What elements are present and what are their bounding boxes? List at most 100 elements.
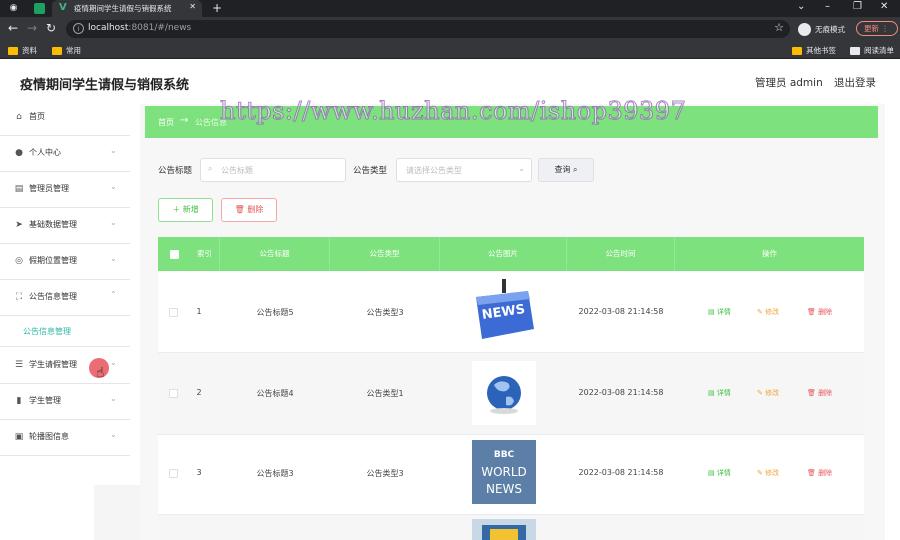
incognito-indicator[interactable]: 无痕模式 [798,21,845,37]
sidebar-item-profile[interactable]: ● 个人中心 ⌄ [0,136,130,172]
search-icon: ⌕ [573,165,578,174]
table-header: 索引 公告标题 公告类型 公告图片 公告时间 操作 [158,237,864,271]
reading-list-icon [850,46,860,55]
delete-button[interactable]: 🗑 删除 [807,388,832,398]
address-toolbar: ← → ↻ i localhost:8081/#/news ☆ 无痕模式 更新 … [0,17,900,41]
browser-tab-bar: ◉ V 疫情期间学生请假与销假系统 ✕ + ⌄ – ❐ ✕ [0,0,900,17]
logout-link[interactable]: 退出登录 [834,75,876,90]
app-title: 疫情期间学生请假与销假系统 [20,78,190,93]
chevron-down-icon: ⌄ [110,358,117,367]
sliders-icon: ☰ [14,360,24,370]
bbc-line-1: BBC [494,450,515,460]
close-window-icon[interactable]: ✕ [880,1,888,12]
row-index: 1 [196,307,202,316]
bookmark-star-icon[interactable]: ☆ [774,21,784,34]
row-checkbox[interactable] [169,308,178,317]
restore-icon[interactable]: ❐ [853,1,862,12]
sidebar-item-home[interactable]: ⌂ 首页 [0,100,130,136]
row-time: 2022-03-08 21:14:58 [578,307,664,316]
column-header[interactable]: 操作 [675,237,864,271]
detail-label: 详情 [716,389,731,397]
send-icon: ➤ [15,220,23,230]
detail-button[interactable]: ▤ 详情 [708,388,731,398]
chevron-down-icon: ⌄ [110,218,117,227]
add-button[interactable]: ＋ 新增 [158,198,213,222]
row-checkbox[interactable] [169,389,178,398]
row-checkbox[interactable] [169,469,178,478]
folder-icon [8,46,18,55]
type-select[interactable]: 请选择公告类型 ⌄ [396,158,532,182]
chevron-down-icon: ⌄ [518,164,525,173]
bulk-delete-button[interactable]: 🗑 删除 [221,198,277,222]
chevron-down-icon: ⌄ [110,394,117,403]
admin-icon: ▤ [14,184,24,194]
sidebar-item-announcements[interactable]: ⛶ 公告信息管理 ⌃ [0,280,130,316]
row-index: 2 [196,388,202,397]
delete-label: 删除 [247,205,264,214]
column-header[interactable]: 公告类型 [330,237,440,271]
detail-label: 详情 [716,469,731,477]
column-header[interactable]: 索引 [190,237,220,271]
column-header[interactable]: 公告标题 [220,237,330,271]
title-search-input[interactable]: ⌕ 公告标题 [200,158,346,182]
back-icon[interactable]: ← [8,21,18,35]
edit-button[interactable]: ✎ 修改 [757,388,779,398]
reading-list[interactable]: 阅读清单 [850,45,894,56]
chevron-down-icon[interactable]: ⌄ [797,1,805,12]
title-filter-label: 公告标题 [158,166,193,176]
bookmark-folder-2[interactable]: 常用 [52,45,81,56]
sidebar-item-student-leave[interactable]: ☰ 学生请假管理 ⌄ [0,348,130,384]
delete-button[interactable]: 🗑 删除 [807,307,832,317]
bbc-world-news-image: BBC WORLD NEWS [472,440,536,504]
bbc-line-3: NEWS [486,482,522,496]
row-time: 2022-03-08 21:14:58 [578,388,664,397]
detail-button[interactable]: ▤ 详情 [708,468,731,478]
delete-button[interactable]: 🗑 删除 [807,468,832,478]
update-button[interactable]: 更新 ⋮ [856,21,898,36]
table-row: 1 公告标题5 公告类型3 NEWS 2022-03-08 21:14:58 ▤… [158,271,864,353]
delete-label: 删除 [818,308,833,316]
reload-icon[interactable]: ↻ [46,21,56,35]
row-title: 公告标题4 [256,389,294,398]
edit-button[interactable]: ✎ 修改 [757,307,779,317]
chrome-menu-icon[interactable]: ◉ [8,3,19,14]
update-label: 更新 [864,24,879,33]
edit-button[interactable]: ✎ 修改 [757,468,779,478]
sidebar-item-carousel[interactable]: ▣ 轮播图信息 ⌄ [0,420,130,456]
omnibox[interactable]: i localhost:8081/#/news ☆ [66,20,790,38]
select-all-checkbox[interactable] [170,250,179,259]
query-button[interactable]: 查询 ⌕ [538,158,594,182]
column-header[interactable]: 公告图片 [440,237,567,271]
forward-icon[interactable]: → [27,21,37,35]
detail-button[interactable]: ▤ 详情 [708,307,731,317]
sidebar-item-holiday-location[interactable]: ◎ 假期位置管理 ⌄ [0,244,130,280]
other-bookmarks[interactable]: 其他书签 [792,45,836,56]
sidebar-item-label: 首页 [29,112,45,121]
user-icon: ● [15,148,23,158]
column-header[interactable]: 公告时间 [567,237,675,271]
row-title: 公告标题3 [256,469,294,478]
chevron-down-icon: ⌄ [110,254,117,263]
new-tab-icon[interactable]: + [212,1,222,15]
breadcrumb-home[interactable]: 首页 [158,117,174,128]
sidebar-item-label: 假期位置管理 [29,256,77,265]
folder-icon [52,46,62,55]
sidebar-item-label: 公告信息管理 [29,292,77,301]
sidebar-item-label: 管理员管理 [29,184,69,193]
active-tab[interactable]: V 疫情期间学生请假与销假系统 ✕ [52,0,202,17]
incognito-icon [798,22,811,36]
bookmark-label: 其他书签 [806,46,836,55]
pinned-tab-icon[interactable] [34,3,45,14]
minimize-icon[interactable]: – [825,1,830,12]
sidebar-subitem-announcements[interactable]: 公告信息管理 [0,317,130,347]
site-info-icon[interactable]: i [73,23,84,34]
sidebar-item-admins[interactable]: ▤ 管理员管理 ⌄ [0,172,130,208]
edit-label: 修改 [765,308,780,316]
table-row: 2 公告标题4 公告类型1 2022-03-08 21:14:58 ▤ 详情 ✎… [158,353,864,435]
bookmark-folder-1[interactable]: 资料 [8,45,37,56]
sidebar-item-label: 个人中心 [29,148,61,157]
close-tab-icon[interactable]: ✕ [189,2,196,11]
plus-icon: ＋ [172,205,181,214]
sidebar-item-students[interactable]: ▮ 学生管理 ⌄ [0,384,130,420]
sidebar-item-basic-data[interactable]: ➤ 基础数据管理 ⌄ [0,208,130,244]
